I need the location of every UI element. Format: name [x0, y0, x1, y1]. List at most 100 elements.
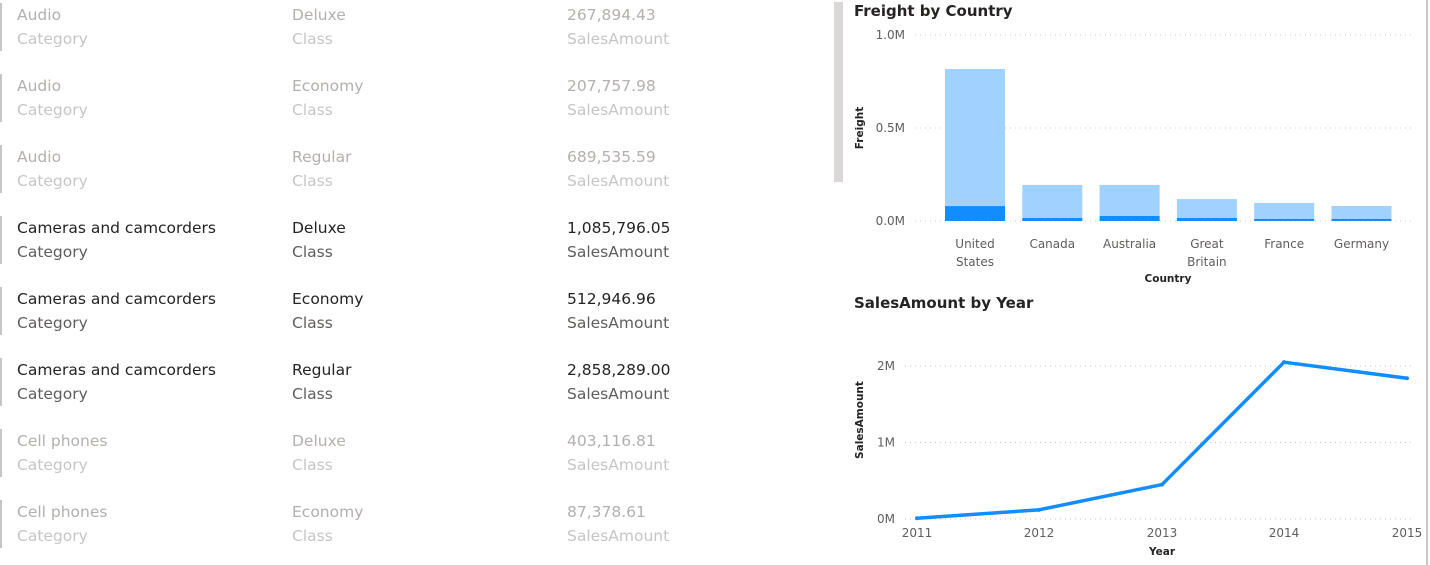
card-row[interactable]: Cameras and camcorders Category Regular Cl…: [0, 358, 802, 406]
bar-x-tick-label: Germany: [1334, 237, 1389, 251]
category-label: Category: [17, 172, 88, 190]
class-value: Deluxe: [292, 219, 346, 237]
amount-value: 512,946.96: [567, 290, 656, 308]
amount-value: 403,116.81: [567, 432, 656, 450]
category-label: Category: [17, 243, 88, 261]
category-value: Cameras and camcorders: [17, 219, 216, 237]
card-row[interactable]: Audio Category Regular Class 689,535.59 Sal…: [0, 145, 802, 193]
bar-y-tick-label: 1.0M: [876, 28, 905, 42]
sales-point[interactable]: [1282, 360, 1286, 365]
amount-label: SalesAmount: [567, 456, 670, 474]
amount-field: 1,085,796.05 SalesAmount: [567, 216, 671, 264]
class-value: Economy: [292, 290, 364, 308]
bar-y-tick-label: 0.5M: [876, 121, 905, 135]
bar-highlighted[interactable]: [1331, 218, 1392, 221]
category-field: Audio Category: [17, 74, 88, 122]
bar-highlighted[interactable]: [945, 206, 1005, 221]
category-label: Category: [17, 456, 88, 474]
bar-total[interactable]: [1099, 184, 1160, 221]
category-value: Cameras and camcorders: [17, 361, 216, 379]
sales-point[interactable]: [1160, 482, 1164, 487]
multi-row-card: Audio Category Deluxe Class 267,894.43 Sale…: [0, 0, 830, 565]
card-row[interactable]: Cell phones Category Economy Class 87,378.…: [0, 500, 802, 548]
amount-field: 267,894.43 SalesAmount: [567, 3, 669, 51]
amount-value: 1,085,796.05: [567, 219, 671, 237]
category-label: Category: [17, 527, 88, 545]
card-row[interactable]: Audio Category Economy Class 207,757.98 Sal…: [0, 74, 802, 122]
class-field: Regular Class: [292, 358, 351, 406]
category-field: Cameras and camcorders Category: [17, 216, 216, 264]
sales-point[interactable]: [1405, 376, 1409, 381]
category-label: Category: [17, 385, 88, 403]
category-value: Cameras and camcorders: [17, 290, 216, 308]
amount-label: SalesAmount: [567, 385, 670, 403]
line-chart-x-axis-title: Year: [1148, 546, 1176, 558]
class-label: Class: [292, 30, 333, 48]
bar-highlighted[interactable]: [1254, 218, 1315, 221]
sales-point[interactable]: [1037, 507, 1041, 512]
sales-line[interactable]: [916, 360, 1408, 520]
class-label: Class: [292, 101, 333, 119]
category-label: Category: [17, 30, 88, 48]
line-y-tick-label: 1M: [877, 436, 895, 450]
bar-x-tick-label: Australia: [1103, 237, 1156, 251]
bar-total[interactable]: [1254, 202, 1315, 221]
amount-value: 207,757.98: [567, 77, 656, 95]
amount-field: 403,116.81 SalesAmount: [567, 429, 669, 477]
card-row[interactable]: Audio Category Deluxe Class 267,894.43 Sale…: [0, 3, 802, 51]
bar-x-tick-label: Great: [1190, 237, 1224, 251]
class-value: Deluxe: [292, 6, 346, 24]
amount-field: 689,535.59 SalesAmount: [567, 145, 669, 193]
category-field: Cell phones Category: [17, 500, 107, 548]
bar-x-tick-label: France: [1264, 237, 1304, 251]
bar-total[interactable]: [945, 69, 1005, 222]
category-field: Audio Category: [17, 3, 88, 51]
card-row[interactable]: Cameras and camcorders Category Deluxe Cla…: [0, 216, 802, 264]
bar-x-tick-label: Canada: [1029, 237, 1075, 251]
class-label: Class: [292, 385, 333, 403]
category-value: Audio: [17, 6, 62, 24]
bar-highlighted[interactable]: [1176, 218, 1237, 221]
category-field: Cameras and camcorders Category: [17, 358, 216, 406]
class-label: Class: [292, 172, 333, 190]
line-x-tick-label: 2015: [1392, 526, 1423, 540]
class-value: Economy: [292, 503, 364, 521]
bar-x-tick-label: Britain: [1187, 255, 1227, 269]
category-field: Audio Category: [17, 145, 88, 193]
canvas-border: [1426, 0, 1428, 565]
class-field: Economy Class: [292, 287, 363, 335]
class-label: Class: [292, 527, 333, 545]
bar-total[interactable]: [1022, 184, 1083, 221]
card-row[interactable]: Cell phones Category Deluxe Class 403,116.…: [0, 429, 802, 477]
amount-field: 512,946.96 SalesAmount: [567, 287, 669, 335]
salesamount-by-year-chart: SalesAmount by Year SalesAmount Year 0M 1…: [854, 294, 1423, 558]
card-row[interactable]: Cameras and camcorders Category Economy Cl…: [0, 287, 802, 335]
bar-chart-y-axis-title: Freight: [854, 107, 866, 149]
class-field: Deluxe Class: [292, 216, 346, 264]
bar-highlighted[interactable]: [1022, 218, 1083, 221]
category-label: Category: [17, 314, 88, 332]
sales-point[interactable]: [915, 516, 919, 521]
class-field: Economy Class: [292, 500, 363, 548]
line-y-tick-label: 0M: [877, 512, 895, 526]
category-label: Category: [17, 101, 88, 119]
line-y-tick-label: 2M: [877, 359, 895, 373]
category-value: Cell phones: [17, 432, 108, 450]
amount-label: SalesAmount: [567, 314, 670, 332]
amount-field: 207,757.98 SalesAmount: [567, 74, 669, 122]
amount-label: SalesAmount: [567, 527, 670, 545]
class-label: Class: [292, 456, 333, 474]
category-field: Cell phones Category: [17, 429, 107, 477]
class-label: Class: [292, 243, 333, 261]
bar-total[interactable]: [1176, 199, 1237, 221]
amount-value: 267,894.43: [567, 6, 656, 24]
amount-label: SalesAmount: [567, 243, 670, 261]
freight-by-country-chart: Freight by Country Freight Country 0.0M 0…: [854, 2, 1415, 285]
category-field: Cameras and camcorders Category: [17, 287, 216, 335]
amount-value: 689,535.59: [567, 148, 656, 166]
bar-total[interactable]: [1331, 205, 1392, 221]
card-list-scrollbar[interactable]: [834, 2, 843, 182]
bar-highlighted[interactable]: [1099, 215, 1160, 221]
class-value: Deluxe: [292, 432, 346, 450]
line-chart-title: SalesAmount by Year: [854, 294, 1034, 312]
